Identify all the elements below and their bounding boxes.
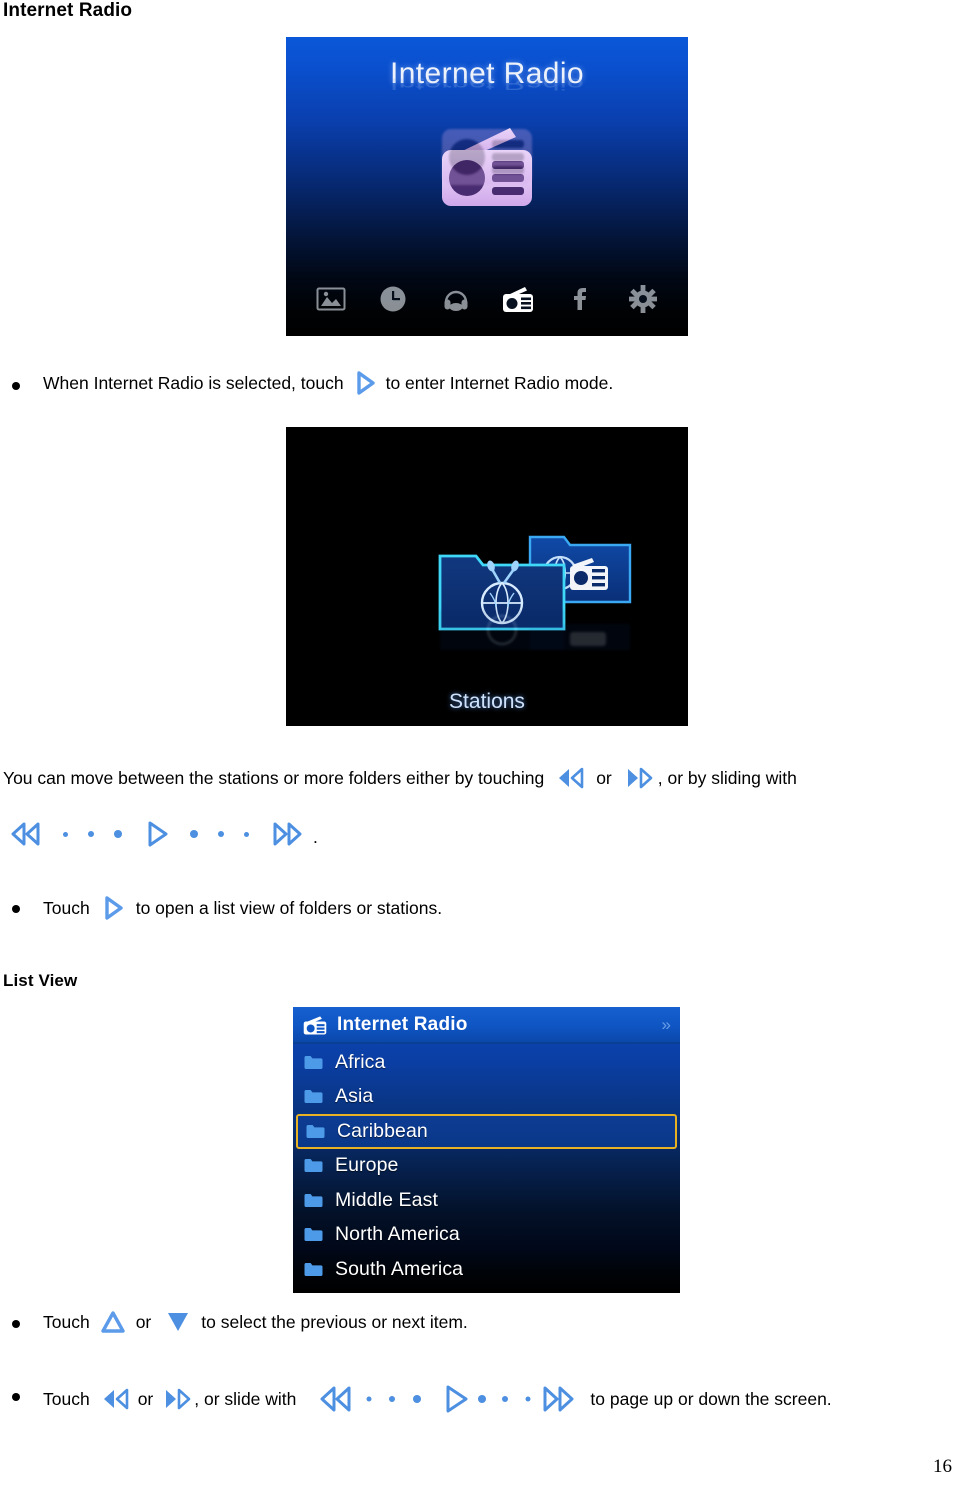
instruction-text: or [596,768,612,788]
rewind-icon [100,1387,132,1411]
screenshot-main-menu: Internet Radio Internet Radio [286,37,688,336]
radio-icon[interactable] [501,282,535,316]
list-item-label: Asia [335,1085,374,1108]
manual-page: Internet Radio Internet Radio Internet R… [0,0,974,1488]
list-view-title: Internet Radio [337,1013,468,1035]
list-item[interactable]: Africa [293,1045,680,1080]
list-view-rows: Africa Asia Caribbean Europe Middle East… [293,1044,680,1287]
page-title: Internet Radio [3,0,133,21]
slider-dot[interactable] [88,831,94,837]
headphones-icon[interactable] [439,282,473,316]
bullet-point [12,1320,20,1328]
bullet-point [12,905,20,913]
instruction-line-5: Touch or , or slide with to page up or d… [43,1382,832,1416]
triangle-down-icon [163,1309,193,1335]
instruction-text: You can move between the stations or mor… [3,768,545,788]
instruction-line-4: Touch or to select the previous or next … [43,1309,468,1335]
radio-icon [302,1014,328,1036]
slider-dot[interactable] [190,830,198,838]
instruction-line-3: Touch to open a list view of folders or … [43,895,442,921]
fast-forward-icon [622,766,656,790]
list-item-label: South America [335,1257,464,1280]
instruction-text: to open a list view of folders or statio… [135,898,443,918]
slider-dot[interactable] [244,831,249,837]
slider-dot[interactable] [114,830,122,838]
sentence-period: . [313,827,318,847]
screenshot-list-view: Internet Radio » Africa Asia Caribbean E… [293,1007,680,1293]
instruction-text: to select the previous or next item. [201,1312,468,1332]
folder-icon [304,1193,323,1208]
play-icon[interactable] [140,818,174,850]
screenshot-stations: Stations [286,427,688,726]
screen-title-reflection: Internet Radio [389,74,585,93]
instruction-line-1: When Internet Radio is selected, touch t… [43,370,613,396]
instruction-text: , or by sliding with [657,768,797,788]
list-item-label: Africa [335,1050,386,1073]
list-item-selected[interactable]: Caribbean [296,1114,677,1149]
folder-icon [304,1158,323,1173]
chevron-right-double-icon[interactable]: » [662,1015,672,1035]
instruction-text: Touch [43,898,90,918]
list-item[interactable]: Asia [293,1080,680,1115]
section-heading-list-view: List View [3,971,78,990]
list-item[interactable]: South America [293,1252,680,1287]
gear-icon[interactable] [626,282,660,316]
bullet-point [12,1393,20,1401]
radio-icon-reflection [434,129,540,213]
clock-icon[interactable] [376,282,410,316]
list-item-label: Europe [335,1154,399,1177]
rewind-icon[interactable] [7,819,45,849]
stations-label: Stations [449,690,525,713]
slider-dot[interactable] [218,831,224,837]
folder-icon [304,1089,323,1104]
list-item-label: Caribbean [337,1119,428,1142]
instruction-text: to page up or down the screen. [590,1389,832,1409]
list-item[interactable]: Middle East [293,1183,680,1218]
folder-icon [306,1124,325,1139]
fast-forward-icon[interactable] [267,819,307,849]
list-view-header: Internet Radio » [293,1007,680,1044]
list-item-label: Middle East [335,1188,438,1211]
instruction-text: to enter Internet Radio mode. [385,373,614,393]
list-item-label: North America [335,1223,460,1246]
facebook-icon[interactable] [563,282,597,316]
folder-icon [304,1227,323,1242]
page-slider-control[interactable] [312,1382,580,1416]
play-icon [98,895,128,921]
triangle-up-icon [98,1309,128,1335]
rewind-icon [554,766,588,790]
page-slider-control[interactable]: . [7,818,318,850]
list-item[interactable]: Europe [293,1149,680,1184]
instruction-text: or [137,1389,154,1409]
slider-dot[interactable] [63,831,68,837]
instruction-text: Touch [43,1389,90,1409]
instruction-text: Touch [43,1312,90,1332]
instruction-text: , or slide with [194,1389,297,1409]
bullet-point [12,382,20,390]
play-icon [350,370,380,396]
folder-icon [304,1262,323,1277]
bottom-icon-bar[interactable] [286,276,688,322]
fast-forward-icon [161,1387,193,1411]
list-item[interactable]: North America [293,1218,680,1253]
picture-icon[interactable] [314,282,348,316]
folder-icon [304,1055,323,1070]
instruction-text: or [135,1312,152,1332]
instruction-line-2: You can move between the stations or mor… [3,766,797,790]
stations-folders-reflection [404,590,636,650]
instruction-text: When Internet Radio is selected, touch [43,373,344,393]
page-number: 16 [933,1456,952,1477]
